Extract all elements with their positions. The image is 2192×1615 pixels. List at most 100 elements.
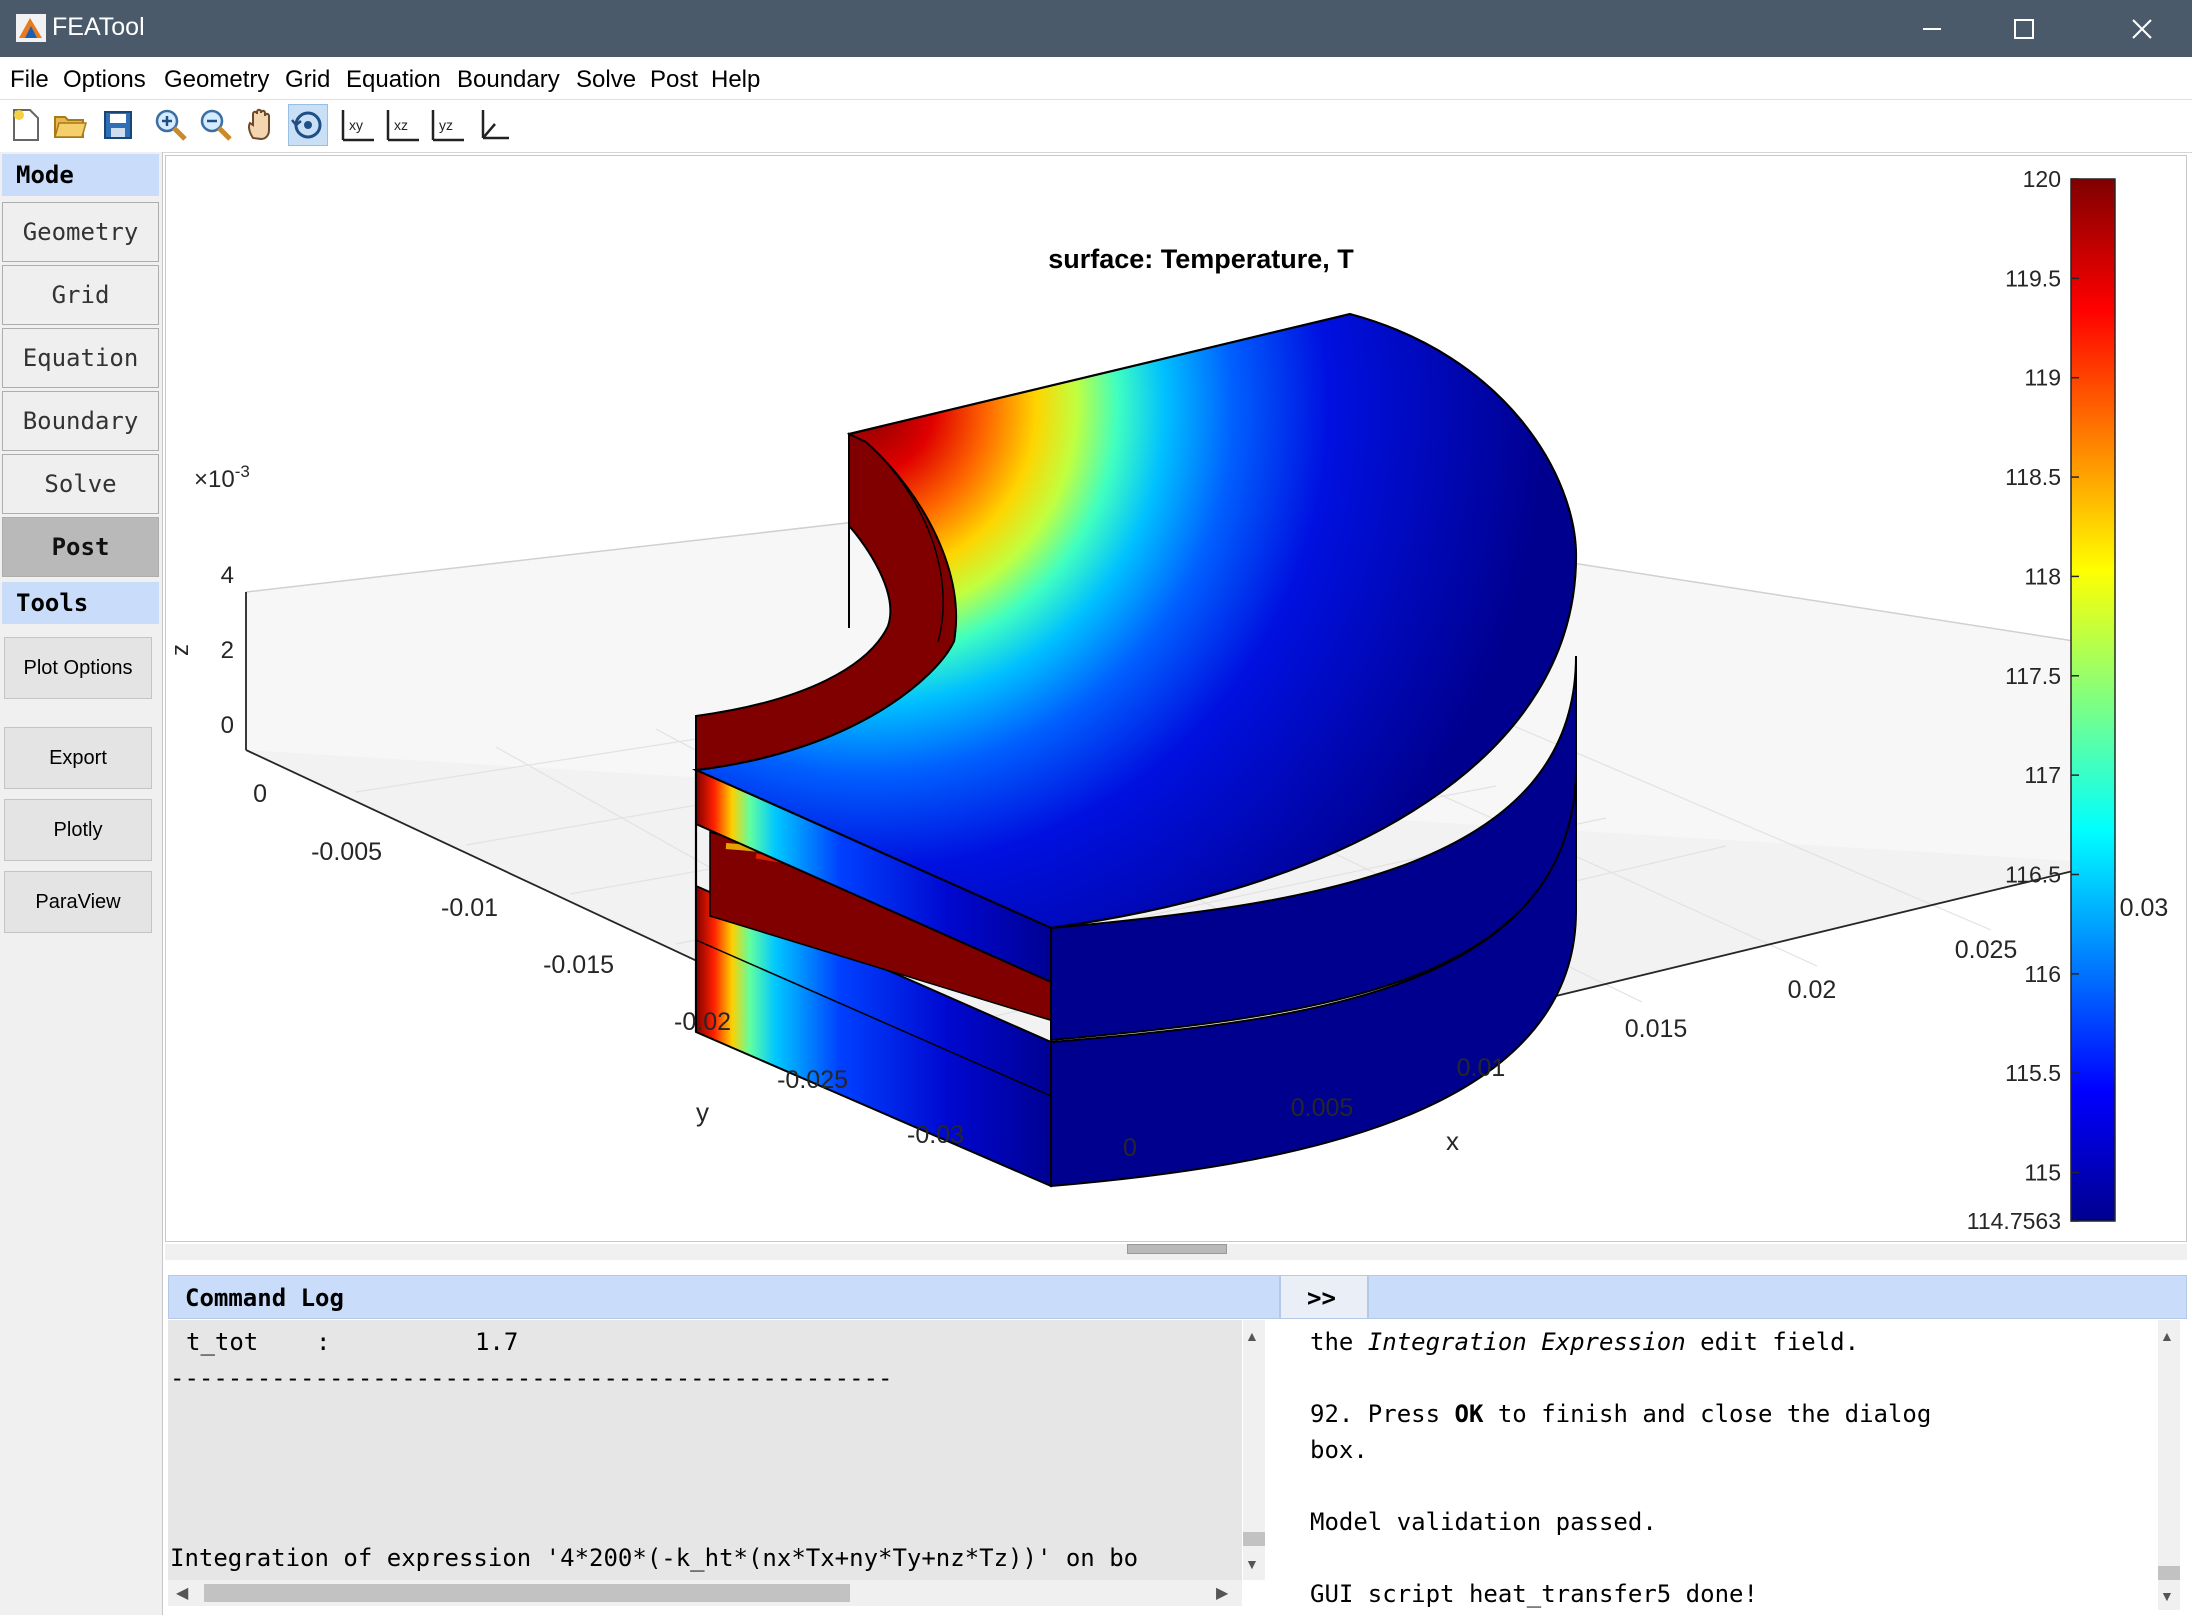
mode-header: Mode bbox=[2, 154, 159, 196]
menu-options[interactable]: Options bbox=[63, 66, 146, 94]
mode-grid-button[interactable]: Grid bbox=[2, 265, 159, 325]
plot-options-button[interactable]: Plot Options bbox=[4, 637, 152, 699]
colorbar-tick-label: 115 bbox=[2024, 1160, 2061, 1186]
view-xy-icon[interactable]: xy bbox=[338, 104, 378, 146]
mode-solve-button[interactable]: Solve bbox=[2, 454, 159, 514]
new-file-icon[interactable] bbox=[6, 104, 46, 146]
help-panel-header bbox=[1368, 1275, 2187, 1319]
help-line: box. bbox=[1310, 1436, 1368, 1464]
y-tick: -0.02 bbox=[674, 1008, 731, 1036]
x-tick: 0.02 bbox=[1788, 976, 1837, 1004]
pan-hand-icon[interactable] bbox=[242, 104, 282, 146]
z-tick: 2 bbox=[221, 637, 234, 664]
view-xz-icon[interactable]: xz bbox=[383, 104, 423, 146]
z-tick-labels: 0 2 4 bbox=[221, 562, 234, 739]
scroll-up-icon[interactable]: ▲ bbox=[1245, 1328, 1259, 1344]
y-tick: 0 bbox=[253, 780, 267, 808]
save-icon[interactable] bbox=[98, 104, 138, 146]
colorbar-tick-label: 119 bbox=[2024, 365, 2061, 391]
svg-text:xz: xz bbox=[394, 117, 408, 133]
scroll-down-icon[interactable]: ▼ bbox=[1245, 1556, 1259, 1572]
menu-help[interactable]: Help bbox=[711, 66, 760, 94]
log-line: ----------------------------------------… bbox=[170, 1364, 893, 1392]
export-button[interactable]: Export bbox=[4, 727, 152, 789]
plotly-button[interactable]: Plotly bbox=[4, 799, 152, 861]
minimize-button[interactable] bbox=[1886, 0, 1978, 57]
z-tick: 4 bbox=[221, 562, 234, 589]
menu-file[interactable]: File bbox=[10, 66, 49, 94]
toolbar bbox=[0, 100, 2192, 153]
zoom-in-icon[interactable] bbox=[151, 104, 191, 146]
command-log-vscroll[interactable]: ▲ ▼ bbox=[1243, 1320, 1265, 1580]
menu-boundary[interactable]: Boundary bbox=[457, 66, 560, 94]
scroll-up-icon[interactable]: ▲ bbox=[2160, 1328, 2174, 1344]
x-tick: 0.025 bbox=[1955, 936, 2018, 964]
plot-title: surface: Temperature, T bbox=[1048, 244, 1354, 274]
colorbar-tick-label: 119.5 bbox=[2005, 265, 2061, 291]
menu-post[interactable]: Post bbox=[650, 66, 698, 94]
colorbar bbox=[2070, 178, 2116, 1222]
y-tick: -0.01 bbox=[441, 894, 498, 922]
command-log-hscroll[interactable]: ◀ ▶ bbox=[168, 1580, 1242, 1606]
colorbar-tick-label: 120 bbox=[2023, 166, 2061, 192]
mode-geometry-button[interactable]: Geometry bbox=[2, 202, 159, 262]
y-tick: -0.005 bbox=[311, 838, 382, 866]
title-bar: FEATool bbox=[0, 0, 2192, 57]
mode-post-button[interactable]: Post bbox=[2, 517, 159, 577]
z-tick: 0 bbox=[221, 712, 234, 739]
z-axis-label: z bbox=[167, 644, 194, 656]
open-folder-icon[interactable] bbox=[50, 104, 90, 146]
x-tick: 0.01 bbox=[1457, 1054, 1506, 1082]
help-line: GUI script heat_transfer5 done! bbox=[1310, 1580, 1758, 1608]
mode-equation-button[interactable]: Equation bbox=[2, 328, 159, 388]
menu-equation[interactable]: Equation bbox=[346, 66, 441, 94]
view-3d-axes-icon[interactable] bbox=[473, 104, 513, 146]
x-tick: 0 bbox=[1123, 1134, 1137, 1162]
colorbar-tick-label: 118 bbox=[2024, 563, 2061, 589]
colorbar-tick-label: 117 bbox=[2024, 762, 2061, 788]
log-line: Integration of expression '4*200*(-k_ht*… bbox=[170, 1544, 1139, 1572]
help-line: Model validation passed. bbox=[1310, 1508, 1657, 1536]
panel-splitter[interactable] bbox=[165, 1244, 2187, 1260]
mode-boundary-button[interactable]: Boundary bbox=[2, 391, 159, 451]
zoom-out-icon[interactable] bbox=[196, 104, 236, 146]
scroll-left-icon[interactable]: ◀ bbox=[176, 1583, 188, 1603]
help-text-area[interactable]: the Integration Expression edit field. 9… bbox=[1282, 1320, 2144, 1610]
y-tick: -0.025 bbox=[777, 1066, 848, 1094]
tools-header: Tools bbox=[2, 582, 159, 624]
plot-panel[interactable]: surface: Temperature, T ×10-3 0 2 4 z 0 … bbox=[165, 155, 2187, 1242]
command-log-title: Command Log bbox=[185, 1284, 344, 1312]
x-tick: 0.005 bbox=[1291, 1094, 1354, 1122]
log-line: t_tot : 1.7 bbox=[186, 1328, 519, 1356]
menu-bar: File Options Geometry Grid Equation Boun… bbox=[0, 57, 2192, 100]
plot-axes[interactable]: surface: Temperature, T ×10-3 0 2 4 z 0 … bbox=[166, 156, 2186, 1241]
y-tick: -0.03 bbox=[907, 1121, 964, 1149]
help-line: 92. Press OK to finish and close the dia… bbox=[1310, 1400, 1932, 1428]
colorbar-tick-label: 118.5 bbox=[2005, 464, 2061, 490]
rotate-3d-icon[interactable] bbox=[288, 104, 328, 146]
help-vscroll[interactable]: ▲ ▼ bbox=[2158, 1320, 2180, 1610]
menu-geometry[interactable]: Geometry bbox=[164, 66, 269, 94]
paraview-button[interactable]: ParaView bbox=[4, 871, 152, 933]
command-log-area[interactable]: t_tot : 1.7 ----------------------------… bbox=[168, 1320, 1242, 1606]
scroll-down-icon[interactable]: ▼ bbox=[2160, 1588, 2174, 1604]
colorbar-tick-label: 114.7563 bbox=[1967, 1208, 2061, 1234]
svg-text:yz: yz bbox=[439, 117, 453, 133]
window-title: FEATool bbox=[52, 13, 145, 41]
menu-solve[interactable]: Solve bbox=[576, 66, 636, 94]
x-axis-label: x bbox=[1446, 1126, 1459, 1156]
view-yz-icon[interactable]: yz bbox=[428, 104, 468, 146]
close-button[interactable] bbox=[2096, 0, 2188, 57]
y-axis-label: y bbox=[696, 1097, 709, 1127]
scroll-right-icon[interactable]: ▶ bbox=[1216, 1583, 1228, 1603]
help-toggle-button[interactable]: >> bbox=[1280, 1275, 1368, 1319]
x-tick: 0.03 bbox=[2120, 894, 2169, 922]
colorbar-tick-label: 116.5 bbox=[2005, 862, 2061, 888]
command-log-header: Command Log bbox=[168, 1275, 1280, 1319]
menu-grid[interactable]: Grid bbox=[285, 66, 330, 94]
featool-logo-icon bbox=[16, 14, 46, 42]
maximize-button[interactable] bbox=[1978, 0, 2070, 57]
colorbar-tick-label: 117.5 bbox=[2005, 663, 2061, 689]
y-tick: -0.015 bbox=[543, 951, 614, 979]
colorbar-tick-label: 116 bbox=[2024, 961, 2061, 987]
